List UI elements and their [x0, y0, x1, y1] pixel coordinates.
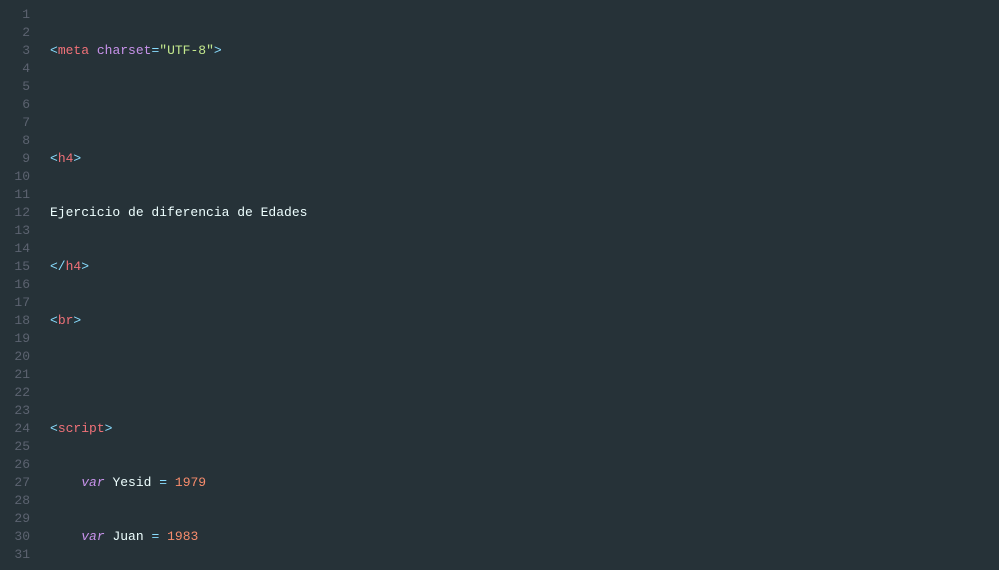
line-number: 8 — [8, 132, 30, 150]
line-number: 10 — [8, 168, 30, 186]
line-number: 3 — [8, 42, 30, 60]
line-number: 6 — [8, 96, 30, 114]
code-line[interactable]: <br> — [50, 312, 999, 330]
line-number: 23 — [8, 402, 30, 420]
line-number: 24 — [8, 420, 30, 438]
code-line[interactable]: <script> — [50, 420, 999, 438]
code-line[interactable]: var Juan = 1983 — [50, 528, 999, 546]
line-number: 20 — [8, 348, 30, 366]
line-number: 4 — [8, 60, 30, 78]
line-number: 1 — [8, 6, 30, 24]
line-number: 12 — [8, 204, 30, 222]
code-line[interactable]: Ejercicio de diferencia de Edades — [50, 204, 999, 222]
line-number: 9 — [8, 150, 30, 168]
code-editor[interactable]: 1234567891011121314151617181920212223242… — [0, 0, 999, 570]
code-line[interactable] — [50, 366, 999, 384]
line-number: 26 — [8, 456, 30, 474]
line-number: 13 — [8, 222, 30, 240]
line-number: 16 — [8, 276, 30, 294]
line-number: 21 — [8, 366, 30, 384]
line-number: 11 — [8, 186, 30, 204]
line-number: 7 — [8, 114, 30, 132]
line-number: 2 — [8, 24, 30, 42]
code-line[interactable]: <meta charset="UTF-8"> — [50, 42, 999, 60]
code-content[interactable]: <meta charset="UTF-8"> <h4> Ejercicio de… — [42, 0, 999, 570]
line-number: 28 — [8, 492, 30, 510]
line-number: 5 — [8, 78, 30, 96]
line-number: 15 — [8, 258, 30, 276]
line-number: 14 — [8, 240, 30, 258]
line-number: 30 — [8, 528, 30, 546]
code-line[interactable]: var Yesid = 1979 — [50, 474, 999, 492]
line-number: 25 — [8, 438, 30, 456]
line-number: 31 — [8, 546, 30, 564]
line-number: 22 — [8, 384, 30, 402]
line-number: 18 — [8, 312, 30, 330]
code-line[interactable] — [50, 96, 999, 114]
code-line[interactable]: </h4> — [50, 258, 999, 276]
line-number: 27 — [8, 474, 30, 492]
line-number: 17 — [8, 294, 30, 312]
line-number-gutter: 1234567891011121314151617181920212223242… — [0, 0, 42, 570]
code-line[interactable]: <h4> — [50, 150, 999, 168]
line-number: 19 — [8, 330, 30, 348]
line-number: 29 — [8, 510, 30, 528]
